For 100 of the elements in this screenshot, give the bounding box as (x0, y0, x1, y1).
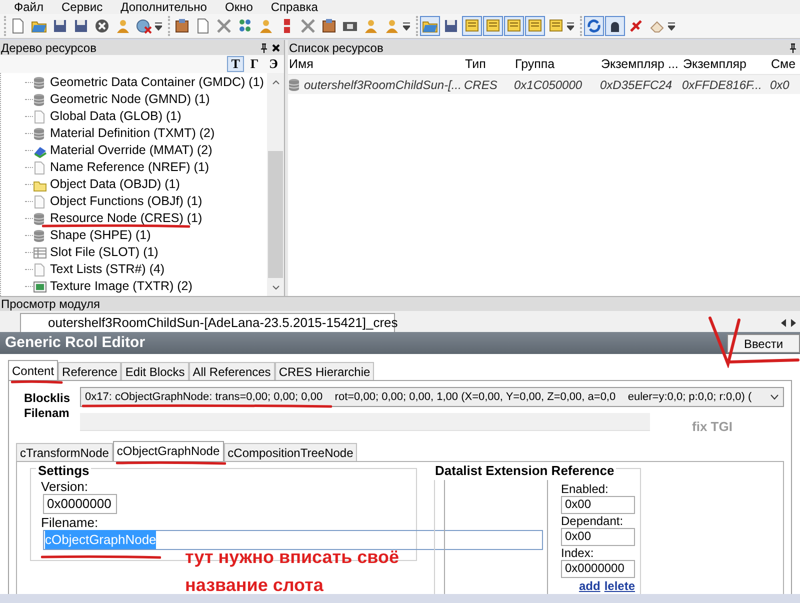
tab[interactable]: cCompositionTreeNode (224, 442, 358, 460)
note-icon (506, 18, 522, 34)
toolbar-button[interactable] (462, 16, 482, 36)
version-field[interactable]: 0x0000000 (43, 494, 117, 514)
scrollbar[interactable] (267, 73, 284, 296)
field-label: Filenam (24, 406, 70, 421)
column-header[interactable]: Группа (514, 55, 600, 74)
toolbar-button[interactable] (525, 16, 545, 36)
panel-title: Список ресурсов (289, 40, 384, 56)
document-icon (33, 110, 47, 124)
blocklist-dropdown[interactable]: 0x17: cObjectGraphNode: trans=0,00; 0,00; 0,00 rot=0,00; 0,00; 0,00, 1,00 (X=0,00, Y=0,00, Z=0,00, a=0,0 euler=y:0,0; p:0,0; r:0,0) ( (80, 387, 784, 407)
overflow-arrow-icon[interactable] (567, 21, 574, 31)
list-row[interactable]: outershelf3RoomChildSun-[... CRES 0x1C050000 0xD35EFC24 0xFFDE816F... 0x0 (288, 75, 800, 94)
panel-title: Дерево ресурсов (1, 40, 96, 56)
column-header[interactable]: Сме (770, 55, 800, 74)
tab[interactable]: All References (188, 362, 275, 380)
view-button[interactable]: Э (265, 56, 282, 72)
toolbar-button[interactable] (483, 16, 503, 36)
table-icon (33, 246, 47, 260)
index-field[interactable]: 0x0000000 (561, 560, 635, 578)
tree-item[interactable]: Shape (SHPE) (1) (50, 226, 151, 245)
field-label: Enabled: (561, 482, 610, 496)
table-cell-text: 0x1C050000 (514, 76, 582, 94)
arrows-icon (586, 18, 602, 34)
field-label: Dependant: (561, 514, 624, 528)
box-icon (321, 18, 337, 34)
tree-item[interactable]: Material Definition (TXMT) (2) (50, 124, 215, 143)
tree-item[interactable]: Object Data (OBJD) (1) (50, 175, 180, 194)
note-icon (527, 18, 543, 34)
tree-item[interactable]: Global Data (GLOB) (1) (50, 107, 182, 126)
person-icon (258, 18, 274, 34)
menu-item[interactable]: Сервис (62, 0, 103, 14)
toolbar-button[interactable] (605, 16, 625, 36)
table-cell-text: 0x0 (770, 76, 790, 94)
column-header[interactable]: Тип (464, 55, 514, 74)
tree-item[interactable]: Texture Image (TXTR) (2) (50, 277, 192, 296)
person-icon (384, 18, 400, 34)
tab[interactable]: Edit Blocks (121, 362, 189, 380)
panel-title: Просмотр модуля (1, 296, 100, 313)
tree-item[interactable]: Resource Node (CRES) (1) (50, 209, 202, 228)
menu-item[interactable]: Файл (14, 0, 44, 14)
toolbar-button[interactable] (584, 16, 604, 36)
page-icon (10, 18, 26, 34)
field-label: Index: (561, 546, 595, 560)
tree-item[interactable]: Geometric Data Container (GMDC) (1) (50, 73, 264, 92)
view-button[interactable]: Г (246, 56, 264, 72)
overflow-arrow-icon[interactable] (155, 21, 162, 31)
globe-icon (136, 18, 152, 34)
document-icon (33, 160, 47, 174)
view-button[interactable]: T (227, 56, 244, 72)
scroll-left-icon[interactable] (781, 319, 786, 327)
menu-item[interactable]: Справка (270, 0, 318, 14)
field-label: Blocklis (24, 391, 72, 406)
column-header[interactable]: Имя (288, 55, 464, 74)
document-icon (33, 194, 47, 208)
close-icon[interactable] (272, 44, 280, 52)
note-icon (548, 18, 564, 34)
tree-item[interactable]: Material Override (MMAT) (2) (50, 141, 212, 160)
overflow-arrow-icon[interactable] (403, 21, 410, 31)
field-label: Filename: (41, 514, 100, 530)
annotation-text: название слота (185, 574, 324, 597)
note-icon (485, 18, 501, 34)
scroll-right-icon[interactable] (791, 319, 796, 327)
table-cell-text: 0xD35EFC24 (600, 76, 672, 94)
link[interactable]: add (578, 578, 600, 592)
circle-icon (94, 18, 110, 34)
column-header[interactable]: Экземпляр ... (600, 55, 682, 74)
scroll-down-icon[interactable] (272, 284, 280, 290)
page-icon (195, 18, 211, 34)
overflow-arrow-icon[interactable] (668, 21, 675, 31)
person-icon (363, 18, 379, 34)
tab[interactable]: Reference (58, 362, 122, 380)
scroll-up-icon[interactable] (272, 80, 280, 84)
editor-title: Generic Rcol Editor (5, 332, 146, 353)
enabled-field[interactable]: 0x00 (561, 496, 635, 514)
tree-item[interactable]: Name Reference (NREF) (1) (50, 158, 210, 177)
filename-field[interactable] (80, 412, 650, 431)
menu-item[interactable]: Окно (224, 0, 253, 14)
person-icon (115, 18, 131, 34)
menu-item[interactable]: Дополнительно (120, 0, 207, 14)
link[interactable]: lelete (604, 578, 635, 592)
box-icon (174, 18, 190, 34)
tab[interactable]: cTransformNode (16, 442, 113, 460)
commit-button[interactable]: Ввести (727, 334, 800, 352)
dots-icon (237, 18, 253, 34)
scroll-thumb[interactable] (268, 151, 284, 278)
tree-item[interactable]: Object Functions (OBJf) (1) (50, 192, 202, 211)
tree-item[interactable]: Text Lists (STR#) (4) (50, 260, 165, 279)
column-header[interactable]: Экземпляр (682, 55, 770, 74)
tree-item[interactable]: Geometric Node (GMND) (1) (50, 90, 210, 109)
table-cell-text: outershelf3RoomChildSun-[... (304, 76, 462, 94)
document-tab[interactable]: outershelf3RoomChildSun-[AdeLana-23.5.2015-15421]_cres (20, 313, 395, 332)
toolbar-button[interactable] (504, 16, 524, 36)
field-label: Version: (41, 478, 89, 494)
table-cell-text: CRES (464, 76, 498, 94)
database-icon (288, 78, 300, 92)
document-icon (33, 262, 47, 276)
tree-item[interactable]: Slot File (SLOT) (1) (50, 243, 158, 262)
tab[interactable]: CRES Hierarchie (274, 362, 374, 380)
dependant-field[interactable]: 0x00 (561, 528, 635, 546)
